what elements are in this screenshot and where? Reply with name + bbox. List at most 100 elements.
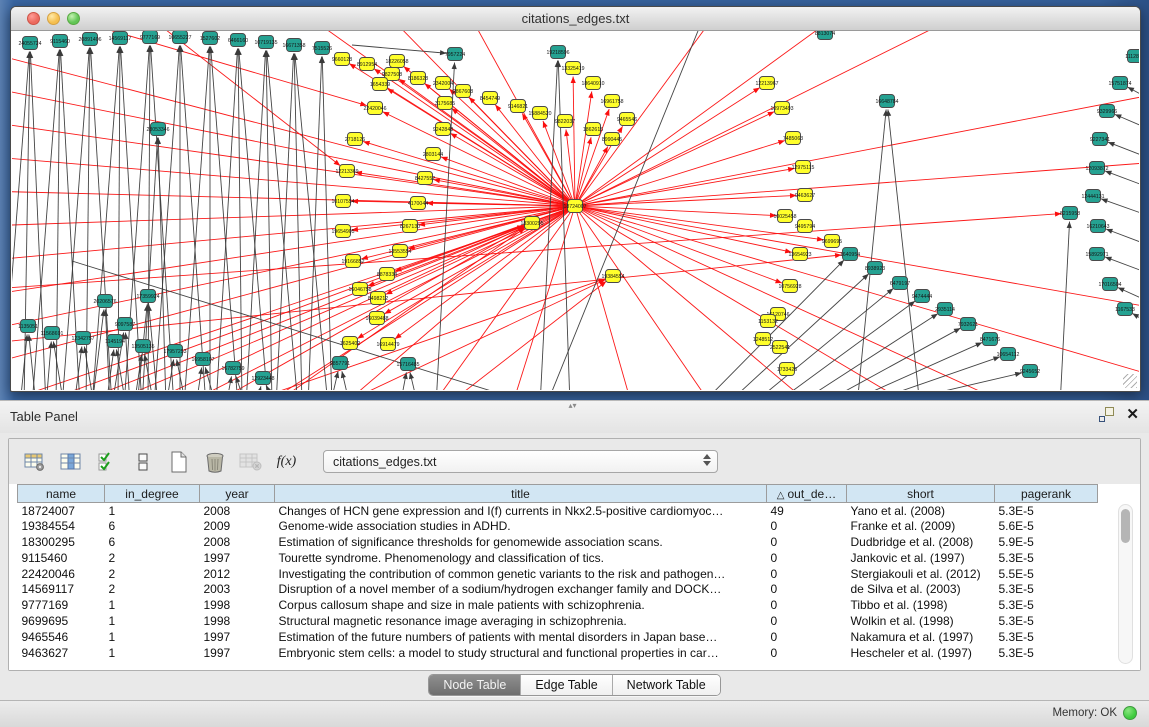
tab-node-table[interactable]: Node Table: [429, 675, 520, 695]
graph-node[interactable]: 9463627: [795, 189, 815, 202]
graph-node[interactable]: 9465546: [617, 113, 637, 126]
table-row[interactable]: 2242004622012Investigating the contribut…: [18, 566, 1098, 582]
graph-node[interactable]: 22420046: [363, 102, 386, 115]
table-select-dropdown[interactable]: citations_edges.txt: [323, 450, 718, 473]
graph-node[interactable]: 12975115: [792, 161, 815, 174]
table-row[interactable]: 911546021997Tourette syndrome. Phenomeno…: [18, 550, 1098, 566]
column-header-title[interactable]: title: [275, 485, 767, 503]
graph-node[interactable]: 3175685: [435, 97, 455, 110]
table-settings-button[interactable]: [21, 448, 48, 476]
float-panel-icon[interactable]: [1099, 407, 1114, 422]
graph-node[interactable]: 16958107: [191, 353, 214, 366]
graph-node[interactable]: 10025458: [773, 210, 796, 223]
graph-node[interactable]: 1145194: [105, 335, 125, 348]
table-row[interactable]: 969969511998Structural magnetic resonanc…: [18, 613, 1098, 629]
tab-network-table[interactable]: Network Table: [612, 675, 720, 695]
graph-node[interactable]: 8186328: [408, 72, 428, 85]
graph-node[interactable]: 8267130: [400, 220, 420, 233]
graph-node[interactable]: 8427552: [415, 172, 435, 185]
graph-node[interactable]: 2935114: [935, 303, 955, 316]
graph-node[interactable]: 8471676: [980, 333, 1000, 346]
delete-table-button[interactable]: [237, 448, 264, 476]
column-header-short[interactable]: short: [847, 485, 995, 503]
graph-node[interactable]: 9474444: [912, 290, 932, 303]
graph-node[interactable]: 12342757: [71, 332, 94, 345]
graph-node[interactable]: 7957224: [445, 48, 465, 61]
graph-node[interactable]: 9857791: [330, 357, 350, 370]
graph-node[interactable]: 7485063: [783, 132, 803, 145]
graph-node[interactable]: 12444131: [1081, 190, 1104, 203]
graph-node[interactable]: 2867608: [453, 85, 473, 98]
graph-node[interactable]: 10655227: [168, 31, 191, 44]
graph-node[interactable]: 2522541: [770, 341, 790, 354]
graph-node[interactable]: 12213369: [335, 165, 358, 178]
column-header-year[interactable]: year: [200, 485, 275, 503]
graph-node[interactable]: 10719135: [254, 36, 277, 49]
graph-node[interactable]: 17016504: [1098, 278, 1121, 291]
graph-node[interactable]: 16671358: [282, 39, 305, 52]
graph-node[interactable]: 7515526: [312, 42, 332, 55]
graph-node[interactable]: 9329966: [1097, 105, 1117, 118]
graph-node[interactable]: 12213967: [755, 77, 778, 90]
graph-node[interactable]: 14569117: [109, 32, 132, 45]
graph-node[interactable]: 19166852: [341, 255, 364, 268]
graph-node[interactable]: 10654112: [997, 348, 1020, 361]
graph-node[interactable]: 6466160: [228, 34, 248, 47]
graph-node[interactable]: 16648784: [875, 95, 898, 108]
column-header-in_degree[interactable]: in_degree: [105, 485, 200, 503]
graph-node[interactable]: 2342004: [433, 77, 453, 90]
graph-node[interactable]: 8454749: [480, 92, 500, 105]
graph-node[interactable]: 16914479: [376, 338, 399, 351]
close-panel-icon[interactable]: ✕: [1126, 407, 1139, 422]
graph-node[interactable]: 9245652: [1020, 365, 1040, 378]
graph-node[interactable]: 9242848: [433, 123, 453, 136]
graph-node[interactable]: 10973493: [770, 102, 793, 115]
graph-node[interactable]: 9097587: [115, 318, 135, 331]
graph-node[interactable]: 8912954: [357, 58, 377, 71]
graph-node[interactable]: 1733426: [777, 363, 797, 376]
select-columns-button[interactable]: [93, 448, 120, 476]
show-columns-button[interactable]: [57, 448, 84, 476]
graph-node[interactable]: 1135051: [18, 320, 38, 333]
graph-node[interactable]: 2718126: [345, 133, 365, 146]
graph-node[interactable]: 9495794: [795, 220, 815, 233]
graph-node[interactable]: 24055724: [18, 37, 41, 50]
graph-node[interactable]: 8938923: [865, 262, 885, 275]
splitter-handle-icon[interactable]: ▴▾: [569, 401, 577, 410]
graph-node[interactable]: 13505135: [131, 340, 154, 353]
graph-node[interactable]: 10756928: [778, 280, 801, 293]
graph-node[interactable]: 9660128: [332, 53, 352, 66]
table-row[interactable]: 1456911722003Disruption of a novel membe…: [18, 581, 1098, 597]
graph-node[interactable]: 9115460: [50, 35, 70, 48]
graph-node[interactable]: 16210643: [1086, 220, 1109, 233]
graph-node[interactable]: 1640954: [840, 248, 860, 261]
window-resize-grip[interactable]: [1123, 374, 1137, 388]
graph-node[interactable]: 1112853: [1125, 50, 1139, 63]
graph-node[interactable]: 7625402: [340, 337, 360, 350]
graph-node[interactable]: 1167533: [1115, 303, 1135, 316]
table-scrollbar[interactable]: [1118, 504, 1133, 664]
table-row[interactable]: 977716911998Corpus callosum shape and si…: [18, 597, 1098, 613]
graph-node[interactable]: 8215958: [1060, 207, 1080, 220]
graph-node[interactable]: 18640910: [581, 77, 604, 90]
graph-node[interactable]: 1527602: [200, 32, 220, 45]
graph-node[interactable]: 9699695: [822, 235, 842, 248]
graph-node[interactable]: 2803144: [423, 148, 443, 161]
graph-node[interactable]: 7932621: [958, 318, 978, 331]
graph-node[interactable]: 8813074: [815, 31, 835, 40]
window-titlebar[interactable]: citations_edges.txt: [11, 7, 1140, 31]
row-options-button[interactable]: [129, 448, 156, 476]
table-row[interactable]: 946554611997Estimation of the future num…: [18, 629, 1098, 645]
graph-node[interactable]: 1862615: [583, 123, 603, 136]
graph-node[interactable]: 9227341: [1090, 133, 1110, 146]
graph-node[interactable]: 12093872: [1085, 162, 1108, 175]
new-column-button[interactable]: [165, 448, 192, 476]
tab-edge-table[interactable]: Edge Table: [520, 675, 611, 695]
graph-node[interactable]: 9777169: [140, 31, 160, 44]
column-header-out_de[interactable]: △out_de…: [767, 485, 847, 503]
table-scrollbar-thumb[interactable]: [1121, 509, 1130, 543]
table-row[interactable]: 1830029562008Estimation of significance …: [18, 534, 1098, 550]
graph-node[interactable]: 1153132: [758, 315, 778, 328]
graph-node[interactable]: 9146821: [508, 100, 528, 113]
graph-node[interactable]: 8498212: [368, 292, 388, 305]
